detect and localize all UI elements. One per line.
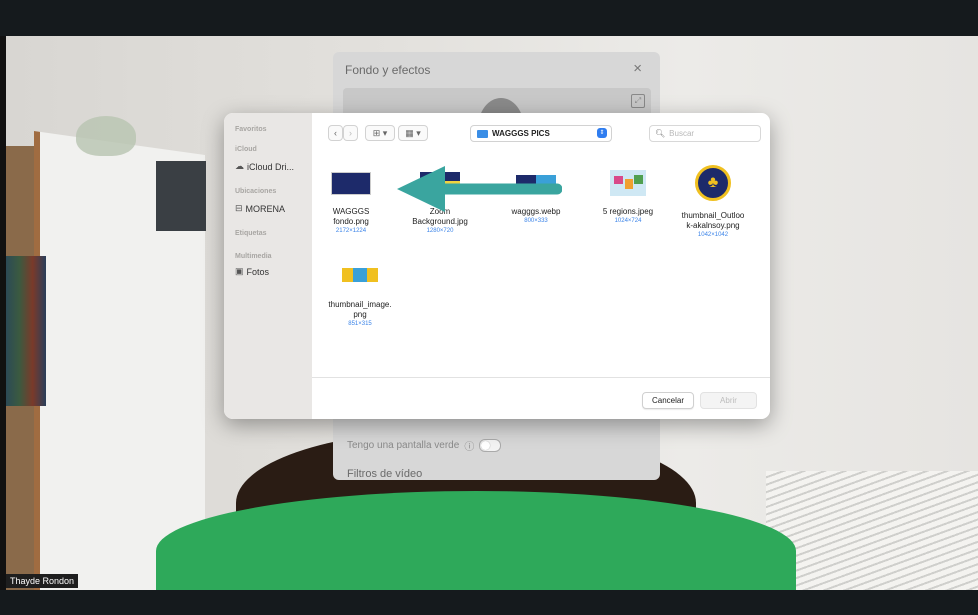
- file-name-line2: Background.jpg: [412, 217, 468, 226]
- dialog-toolbar: ‹ › ⊞ ▾ ▦ ▾ WAGGGS PICS ⇕ 🔍︎ Buscar: [312, 113, 770, 151]
- file-name-line2: k-akalnsoy.png: [686, 221, 740, 230]
- file-thumbnail: [326, 264, 394, 286]
- file-thumbnail: [317, 167, 385, 199]
- file-item-thumbnail-outlook[interactable]: ♣ thumbnail_Outloo k-akalnsoy.png 1042×1…: [679, 165, 747, 240]
- file-dimensions: 1280×720: [426, 228, 454, 234]
- file-dimensions: 851×315: [348, 321, 372, 327]
- sidebar-header-icloud: iCloud: [235, 146, 257, 153]
- pillow: [766, 471, 978, 590]
- file-dimensions: 1042×1042: [697, 232, 729, 238]
- annotation-arrow-icon: [397, 166, 562, 212]
- sidebar-item-morena[interactable]: ⊟ MORENA: [235, 203, 285, 214]
- sidebar-header-ubicaciones: Ubicaciones: [235, 188, 277, 195]
- file-name: 5 regions.jpeg: [602, 207, 654, 216]
- group-mode-button[interactable]: ▦ ▾: [398, 125, 428, 141]
- file-name: WAGGGS: [332, 207, 370, 216]
- file-name-line2: png: [353, 310, 367, 319]
- search-field[interactable]: 🔍︎ Buscar: [649, 125, 761, 142]
- file-item-wagggs-fondo[interactable]: WAGGGS fondo.png 2172×1224: [317, 167, 385, 236]
- green-screen-row: Tengo una pantalla verde ⓘ: [347, 438, 502, 453]
- expand-icon[interactable]: ⤢: [631, 94, 645, 108]
- forward-button[interactable]: ›: [343, 125, 358, 141]
- sidebar-item-icloud-drive[interactable]: ☁ iCloud Dri...: [235, 161, 294, 172]
- file-dimensions: 800×333: [524, 218, 548, 224]
- sidebar-item-label: iCloud Dri...: [247, 161, 295, 172]
- folder-name: WAGGGS PICS: [492, 129, 550, 138]
- sidebar-header-etiquetas: Etiquetas: [235, 230, 267, 237]
- file-thumbnail: [594, 167, 662, 199]
- file-dimensions: 1024×724: [614, 218, 642, 224]
- participant-name-tag: Thayde Rondon: [6, 574, 79, 588]
- sidebar-header-favoritos: Favoritos: [235, 126, 267, 133]
- bottom-bar: [0, 590, 978, 615]
- book-shelf: [6, 256, 46, 406]
- help-icon[interactable]: ⓘ: [464, 438, 474, 453]
- drive-icon: ⊟: [235, 203, 243, 213]
- cancel-button[interactable]: Cancelar: [642, 392, 694, 409]
- sidebar-header-multimedia: Multimedia: [235, 253, 272, 260]
- file-item-5-regions[interactable]: 5 regions.jpeg 1024×724: [594, 167, 662, 226]
- bag: [156, 161, 206, 231]
- top-bar: [0, 0, 978, 36]
- close-icon[interactable]: ×: [633, 60, 642, 77]
- video-filters-heading: Filtros de vídeo: [347, 468, 423, 480]
- view-mode-button[interactable]: ⊞ ▾: [365, 125, 395, 141]
- file-name: thumbnail_Outloo: [681, 211, 745, 220]
- plant: [76, 116, 136, 156]
- file-item-thumbnail-image[interactable]: thumbnail_image. png 851×315: [326, 264, 394, 329]
- dialog-footer: Cancelar Abrir: [312, 377, 770, 419]
- file-dimensions: 2172×1224: [335, 228, 367, 234]
- folder-selector[interactable]: WAGGGS PICS ⇕: [470, 125, 612, 142]
- file-name: thumbnail_image.: [328, 300, 392, 309]
- open-button[interactable]: Abrir: [700, 392, 757, 409]
- search-icon: 🔍︎: [655, 129, 666, 138]
- green-screen-label: Tengo una pantalla verde: [347, 440, 460, 451]
- sidebar-item-label: Fotos: [246, 266, 270, 277]
- sidebar-item-fotos[interactable]: ▣ Fotos: [235, 266, 269, 277]
- file-name-line2: fondo.png: [333, 217, 369, 226]
- sidebar-item-label: MORENA: [245, 203, 286, 214]
- back-button[interactable]: ‹: [328, 125, 343, 141]
- dialog-sidebar: Favoritos iCloud ☁ iCloud Dri... Ubicaci…: [224, 113, 312, 419]
- panel-title: Fondo y efectos: [345, 63, 431, 77]
- file-open-dialog: Favoritos iCloud ☁ iCloud Dri... Ubicaci…: [224, 113, 770, 419]
- folder-icon: [477, 129, 488, 138]
- photos-icon: ▣: [235, 266, 244, 276]
- cloud-icon: ☁: [235, 161, 244, 171]
- search-placeholder: Buscar: [669, 129, 695, 138]
- chevron-updown-icon: ⇕: [597, 128, 607, 138]
- file-thumbnail: ♣: [679, 163, 747, 203]
- green-screen-toggle[interactable]: [479, 439, 502, 452]
